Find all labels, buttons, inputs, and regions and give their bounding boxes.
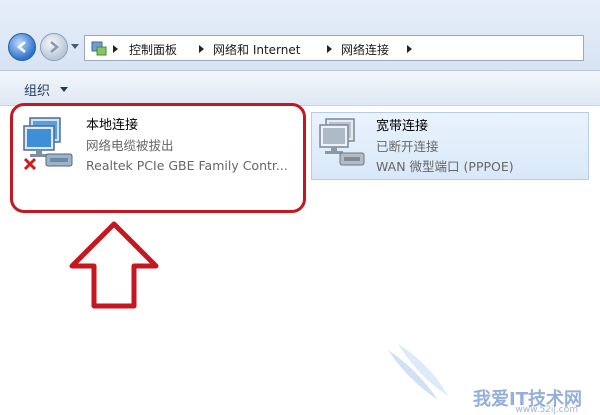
forward-button[interactable] — [40, 33, 68, 61]
up-arrow-annotation-icon — [69, 221, 159, 309]
breadcrumb-control-panel[interactable]: 控制面板 — [129, 41, 177, 58]
recent-pages-dropdown[interactable] — [71, 44, 79, 49]
connection-item-broadband[interactable]: 宽带连接 已断开连接 WAN 微型端口 (PPPOE) — [311, 112, 589, 180]
breadcrumb-separator — [407, 45, 412, 53]
command-toolbar: 组织 — [0, 71, 600, 106]
address-bar[interactable]: 控制面板 网络和 Internet 网络连接 — [84, 35, 584, 61]
breadcrumb-separator — [113, 45, 118, 53]
watermark-url: www.52ij.com — [515, 405, 578, 415]
breadcrumb-network-internet[interactable]: 网络和 Internet — [213, 41, 300, 58]
arrow-left-icon — [17, 41, 26, 53]
back-button[interactable] — [8, 33, 36, 61]
breadcrumb-network-connections[interactable]: 网络连接 — [341, 41, 389, 58]
breadcrumb-separator — [199, 45, 204, 53]
breadcrumb-separator — [327, 45, 332, 53]
organize-button[interactable]: 组织 — [24, 80, 50, 99]
control-panel-icon — [91, 41, 107, 56]
network-adapter-icon — [319, 118, 365, 166]
highlight-box-annotation — [10, 103, 306, 213]
connection-name: 宽带连接 — [376, 119, 429, 134]
connection-device: WAN 微型端口 (PPPOE) — [376, 159, 514, 174]
connection-status: 已断开连接 — [376, 139, 439, 154]
chevron-down-icon — [60, 87, 68, 92]
navigation-bar: 控制面板 网络和 Internet 网络连接 — [0, 0, 600, 71]
arrow-right-icon — [50, 41, 59, 53]
